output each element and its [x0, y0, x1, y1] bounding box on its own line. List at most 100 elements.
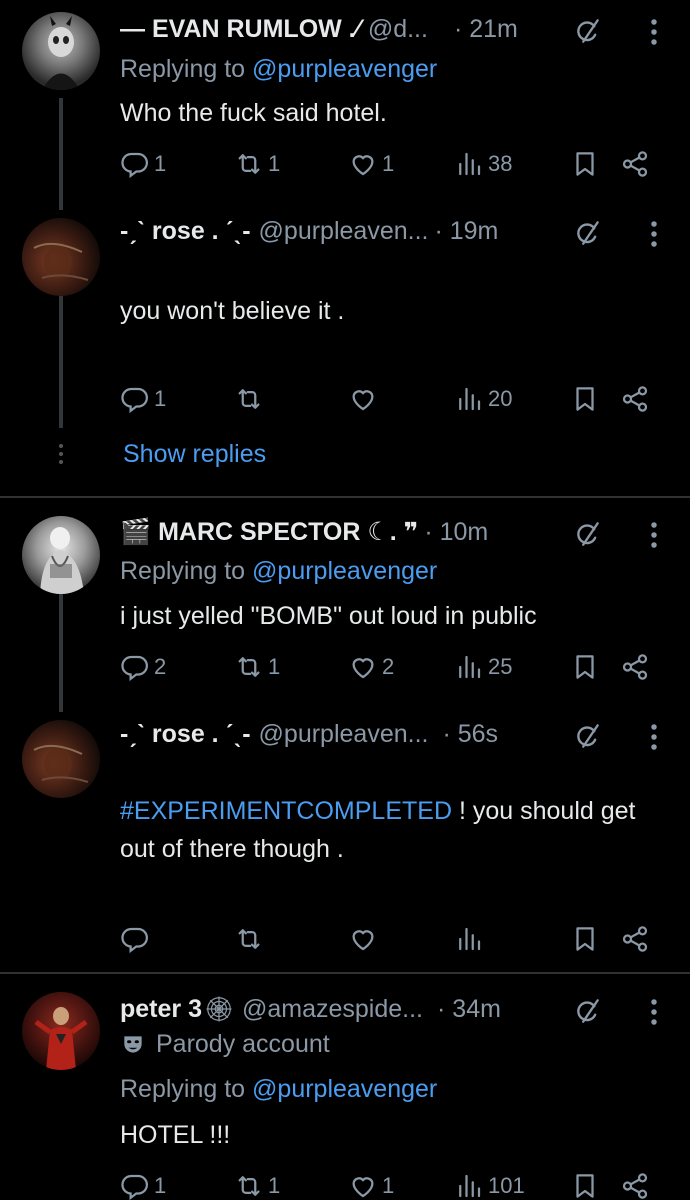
- reply-button[interactable]: 1: [120, 1170, 166, 1200]
- views-button[interactable]: [454, 923, 484, 955]
- reply-icon: [120, 384, 150, 414]
- repost-button[interactable]: [234, 383, 264, 415]
- replying-to: Replying to @purpleavenger: [120, 557, 437, 586]
- reply-button[interactable]: 2: [120, 651, 166, 683]
- display-name[interactable]: -ˏˋ rose . ˊˎ-: [120, 217, 251, 246]
- repost-button[interactable]: 1: [234, 148, 280, 180]
- repost-button[interactable]: 1: [234, 651, 280, 683]
- display-name[interactable]: -ˏˋ rose . ˊˎ-: [120, 720, 251, 749]
- display-name[interactable]: — EVAN RUMLOW .⁄: [120, 15, 360, 44]
- views-button[interactable]: 20: [454, 383, 512, 415]
- replying-prefix: Replying to: [120, 1075, 253, 1103]
- bookmark-button[interactable]: [570, 1170, 600, 1200]
- grok-icon[interactable]: [572, 16, 602, 46]
- thread-line: [59, 594, 63, 712]
- share-button[interactable]: [620, 383, 650, 415]
- like-icon: [348, 149, 378, 179]
- avatar-image: [42, 16, 80, 90]
- reply-button[interactable]: 1: [120, 148, 166, 180]
- avatar[interactable]: [22, 218, 100, 296]
- tweet-header: peter 3 @amazespide... · 34m: [120, 991, 690, 1027]
- like-button[interactable]: 1: [348, 1170, 394, 1200]
- bookmark-button[interactable]: [570, 923, 600, 955]
- timestamp[interactable]: · 34m: [437, 995, 501, 1024]
- like-button[interactable]: [348, 923, 378, 955]
- replying-prefix: Replying to: [120, 557, 253, 585]
- tweet-header: -ˏˋ rose . ˊˎ- @purpleaven... · 56s: [120, 716, 690, 752]
- like-count: 1: [382, 151, 395, 176]
- repost-icon: [234, 1171, 264, 1200]
- username[interactable]: @purpleaven...: [259, 217, 429, 246]
- username[interactable]: @purpleaven...: [259, 720, 429, 749]
- tweet-header: -ˏˋ rose . ˊˎ- @purpleaven... · 19m: [120, 213, 690, 249]
- share-button[interactable]: [620, 651, 650, 683]
- view-count: 25: [488, 654, 513, 679]
- replying-to: Replying to @purpleavenger: [120, 1075, 437, 1104]
- like-button[interactable]: 2: [348, 651, 394, 683]
- bookmark-button[interactable]: [570, 148, 600, 180]
- like-button[interactable]: [348, 383, 378, 415]
- more-options-icon[interactable]: [648, 520, 660, 550]
- timestamp[interactable]: · 10m: [424, 518, 488, 547]
- more-options-icon[interactable]: [648, 219, 660, 249]
- reply-icon: [120, 652, 150, 682]
- thread-line: [59, 296, 63, 428]
- bookmark-icon: [570, 384, 600, 414]
- views-icon: [454, 924, 484, 954]
- username[interactable]: @amazespide...: [242, 995, 423, 1024]
- grok-icon[interactable]: [572, 519, 602, 549]
- repost-count: 1: [268, 654, 281, 679]
- avatar-image: [33, 242, 89, 281]
- replying-handle-link[interactable]: @purpleavenger: [252, 1075, 437, 1103]
- divider: [0, 972, 690, 974]
- repost-icon: [234, 924, 264, 954]
- share-icon: [620, 652, 650, 682]
- reply-button[interactable]: 1: [120, 383, 166, 415]
- more-options-icon[interactable]: [648, 997, 660, 1027]
- timestamp[interactable]: · 56s: [442, 720, 498, 749]
- reply-count: 1: [154, 151, 167, 176]
- grok-icon[interactable]: [572, 218, 602, 248]
- replying-handle-link[interactable]: @purpleavenger: [252, 55, 437, 83]
- grok-icon[interactable]: [572, 996, 602, 1026]
- repost-count: 1: [268, 1173, 281, 1198]
- share-button[interactable]: [620, 923, 650, 955]
- mask-icon: [120, 1032, 146, 1058]
- replying-handle-link[interactable]: @purpleavenger: [252, 557, 437, 585]
- views-button[interactable]: 38: [454, 148, 512, 180]
- grok-icon[interactable]: [572, 721, 602, 751]
- username[interactable]: @d...: [368, 15, 428, 44]
- repost-button[interactable]: 1: [234, 1170, 280, 1200]
- show-replies-link[interactable]: Show replies: [123, 440, 266, 469]
- view-count: 38: [488, 151, 513, 176]
- more-options-icon[interactable]: [648, 17, 660, 47]
- replying-to: Replying to @purpleavenger: [120, 55, 437, 84]
- view-count: 101: [488, 1173, 525, 1198]
- views-button[interactable]: 25: [454, 651, 512, 683]
- share-button[interactable]: [620, 148, 650, 180]
- tweet-text: i just yelled "BOMB" out loud in public: [120, 602, 537, 630]
- avatar[interactable]: [22, 992, 100, 1070]
- bookmark-button[interactable]: [570, 383, 600, 415]
- avatar[interactable]: [22, 516, 100, 594]
- timestamp[interactable]: · 19m: [434, 217, 498, 246]
- hashtag-link[interactable]: #EXPERIMENTCOMPLETED: [120, 797, 452, 825]
- display-name[interactable]: peter 3: [120, 995, 202, 1024]
- thread-line: [59, 98, 63, 210]
- more-options-icon[interactable]: [648, 722, 660, 752]
- reply-button[interactable]: [120, 923, 150, 955]
- views-button[interactable]: 101: [454, 1170, 525, 1200]
- share-button[interactable]: [620, 1170, 650, 1200]
- action-bar: 1 20: [120, 383, 660, 415]
- repost-icon: [234, 652, 264, 682]
- divider: [0, 496, 690, 498]
- bookmark-icon: [570, 1171, 600, 1200]
- bookmark-button[interactable]: [570, 651, 600, 683]
- avatar[interactable]: [22, 720, 100, 798]
- timestamp[interactable]: · 21m: [454, 15, 518, 44]
- repost-button[interactable]: [234, 923, 264, 955]
- action-bar: 2 1 2 25: [120, 651, 660, 683]
- display-name[interactable]: 🎬 MARC SPECTOR ☾. ❞: [120, 517, 418, 547]
- avatar[interactable]: [22, 12, 100, 90]
- like-button[interactable]: 1: [348, 148, 394, 180]
